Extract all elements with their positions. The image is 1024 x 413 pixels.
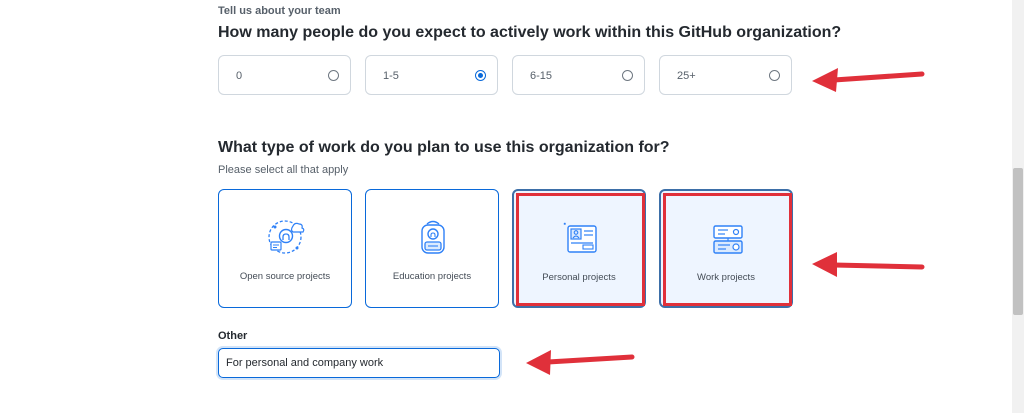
team-size-question: How many people do you expect to activel… xyxy=(218,24,842,41)
open-source-icon xyxy=(268,220,305,254)
work-type-label: Open source projects xyxy=(239,271,331,282)
work-type-work[interactable]: Work projects xyxy=(659,189,793,308)
radio-button[interactable] xyxy=(769,70,780,81)
work-type-personal[interactable]: Personal projects xyxy=(512,189,646,308)
work-type-label: Education projects xyxy=(392,271,472,282)
page: Tell us about your team How many people … xyxy=(0,0,1012,413)
annotation-arrow-icon xyxy=(526,350,635,375)
work-type-education[interactable]: Education projects xyxy=(365,189,499,308)
work-type-label: Personal projects xyxy=(542,272,616,283)
annotation-arrow-icon xyxy=(812,252,925,277)
work-type-label: Work projects xyxy=(697,272,755,283)
team-size-option-label: 1-5 xyxy=(383,70,399,82)
backpack-icon xyxy=(421,220,445,254)
team-size-option-25-plus[interactable]: 25+ xyxy=(659,55,792,95)
other-input[interactable] xyxy=(218,348,500,378)
work-type-hint: Please select all that apply xyxy=(218,164,349,176)
radio-button-checked[interactable] xyxy=(475,70,486,81)
section-label: Tell us about your team xyxy=(218,5,341,17)
team-size-option-0[interactable]: 0 xyxy=(218,55,351,95)
work-briefcase-icon xyxy=(713,225,743,254)
team-size-option-label: 6-15 xyxy=(530,70,553,82)
team-size-option-1-5[interactable]: 1-5 xyxy=(365,55,498,95)
team-size-option-6-15[interactable]: 6-15 xyxy=(512,55,645,95)
annotation-arrow-icon xyxy=(812,68,925,92)
work-type-question: What type of work do you plan to use thi… xyxy=(218,139,670,156)
personal-profile-icon xyxy=(563,222,597,253)
team-size-option-label: 0 xyxy=(236,70,243,82)
work-type-open-source[interactable]: Open source projects xyxy=(218,189,352,308)
other-label: Other xyxy=(218,330,248,342)
radio-button[interactable] xyxy=(622,70,633,81)
scrollbar-thumb[interactable] xyxy=(1013,168,1023,315)
radio-button[interactable] xyxy=(328,70,339,81)
team-size-option-label: 25+ xyxy=(677,70,696,82)
